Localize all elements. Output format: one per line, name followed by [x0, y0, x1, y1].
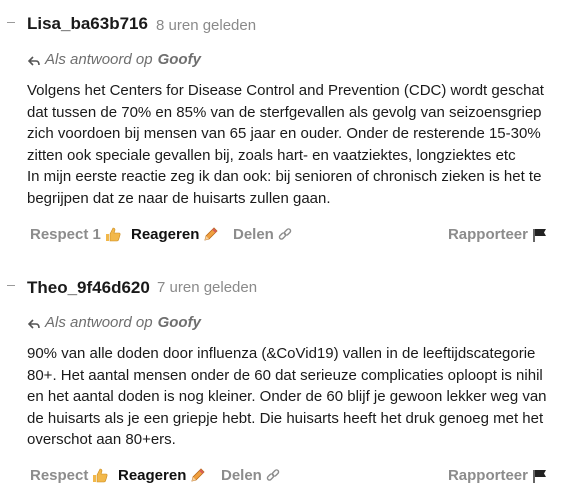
reply-arrow-icon — [27, 54, 40, 66]
share-button[interactable]: Delen — [221, 467, 280, 484]
reply-arrow-icon — [27, 317, 40, 329]
comment-author[interactable]: Theo_9f46d620 — [27, 278, 150, 298]
share-label: Delen — [233, 226, 274, 243]
reply-target-user[interactable]: Goofy — [158, 314, 201, 331]
reply-prefix: Als antwoord op — [45, 314, 153, 331]
report-button[interactable]: Rapporteer — [448, 226, 548, 243]
reply-label: Reageren — [118, 467, 187, 484]
reply-button[interactable]: Reageren — [131, 226, 218, 243]
share-button[interactable]: Delen — [233, 226, 292, 243]
comment-author[interactable]: Lisa_ba63b716 — [27, 14, 148, 34]
thumbs-up-icon — [105, 227, 121, 242]
link-icon — [278, 227, 292, 242]
comment-timestamp: 8 uren geleden — [156, 17, 257, 34]
comment-actions: Respect Reageren Delen Rapporteer — [30, 467, 548, 487]
comment-paragraph: In mijn eerste reactie zeg ik dan ook: b… — [27, 168, 542, 207]
respect-label: Respect 1 — [30, 226, 101, 243]
pencil-icon — [203, 227, 218, 242]
reply-label: Reageren — [131, 226, 200, 243]
reply-prefix: Als antwoord op — [45, 51, 153, 68]
comment-body: 90% van alle doden door influenza (&CoVi… — [27, 343, 552, 451]
reply-context: Als antwoord op Goofy — [27, 314, 201, 331]
reply-target-user[interactable]: Goofy — [158, 51, 201, 68]
reply-button[interactable]: Reageren — [118, 467, 205, 484]
link-icon — [266, 468, 280, 483]
comment-paragraph: Volgens het Centers for Disease Control … — [27, 82, 544, 164]
respect-label: Respect — [30, 467, 89, 484]
collapse-minus-icon[interactable] — [7, 22, 15, 23]
comment-actions: Respect 1 Reageren Delen Rapporteer — [30, 226, 548, 246]
flag-icon — [532, 228, 548, 242]
reply-context: Als antwoord op Goofy — [27, 51, 201, 68]
collapse-minus-icon[interactable] — [7, 285, 15, 286]
respect-button[interactable]: Respect 1 — [30, 226, 121, 243]
share-label: Delen — [221, 467, 262, 484]
thumbs-up-icon — [92, 468, 108, 483]
comment-paragraph: 90% van alle doden door influenza (&CoVi… — [27, 345, 547, 449]
report-label: Rapporteer — [447, 226, 528, 243]
report-label: Rapporteer — [447, 467, 528, 484]
respect-button[interactable]: Respect — [30, 467, 108, 484]
comment-timestamp: 7 uren geleden — [157, 279, 258, 296]
report-button[interactable]: Rapporteer — [448, 467, 548, 484]
pencil-icon — [190, 468, 205, 483]
comment-body: Volgens het Centers for Disease Control … — [27, 80, 552, 210]
flag-icon — [532, 469, 548, 483]
